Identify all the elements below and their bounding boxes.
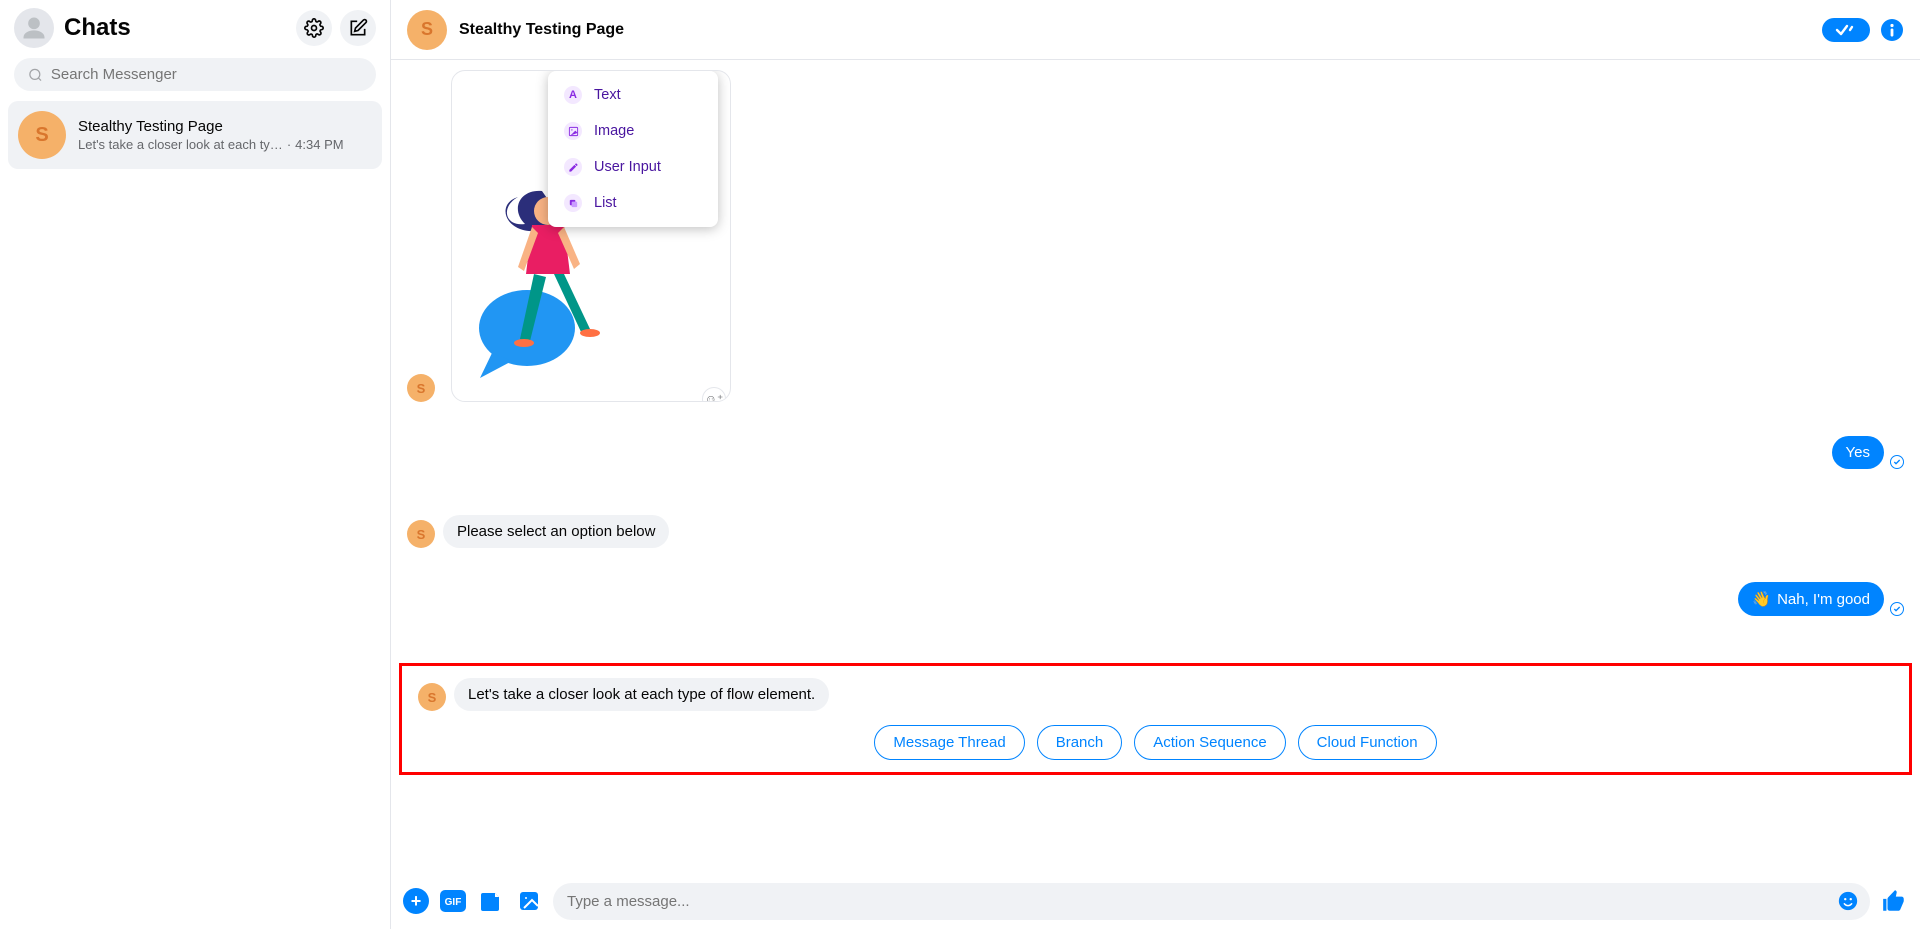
card-attachment[interactable]: A Text Image User Input bbox=[451, 70, 731, 402]
my-message-bubble[interactable]: Yes bbox=[1832, 436, 1884, 469]
highlight-box: S Let's take a closer look at each type … bbox=[399, 663, 1912, 775]
card-message-row: S A Text Image bbox=[391, 60, 1920, 406]
my-message-bubble[interactable]: 👋Nah, I'm good bbox=[1738, 582, 1884, 616]
conversation-title: Stealthy Testing Page bbox=[78, 118, 372, 135]
bot-avatar: S bbox=[407, 520, 435, 548]
pencil-icon bbox=[564, 158, 582, 176]
compose-icon[interactable] bbox=[340, 10, 376, 46]
quick-reply-row: Message Thread Branch Action Sequence Cl… bbox=[402, 725, 1909, 760]
conversation-subtitle: Let's take a closer look at each ty… · 4… bbox=[78, 137, 372, 152]
profile-avatar[interactable] bbox=[14, 8, 54, 48]
sidebar: Chats S Stealthy Testing Page Let's take… bbox=[0, 0, 390, 929]
letter-a-icon: A bbox=[564, 86, 582, 104]
image-icon bbox=[564, 122, 582, 140]
message-row-me: Yes bbox=[391, 432, 1920, 473]
info-icon[interactable] bbox=[1880, 18, 1904, 42]
svg-text:GIF: GIF bbox=[445, 897, 462, 908]
gear-icon[interactable] bbox=[296, 10, 332, 46]
chat-header: S Stealthy Testing Page bbox=[391, 0, 1920, 60]
search-input[interactable] bbox=[51, 66, 362, 83]
sent-tick-icon bbox=[1890, 602, 1904, 616]
composer-input-wrap[interactable] bbox=[553, 883, 1870, 920]
sticker-icon[interactable] bbox=[477, 887, 505, 915]
conversation-item[interactable]: S Stealthy Testing Page Let's take a clo… bbox=[8, 101, 382, 169]
conversation-list: S Stealthy Testing Page Let's take a clo… bbox=[0, 101, 390, 169]
chat-body: S A Text Image bbox=[391, 60, 1920, 873]
composer: + GIF bbox=[391, 873, 1920, 929]
composer-input[interactable] bbox=[567, 883, 1836, 920]
message-row-bot: S Please select an option below bbox=[391, 511, 1920, 552]
plus-icon[interactable]: + bbox=[403, 888, 429, 914]
element-type-dropdown: A Text Image User Input bbox=[548, 71, 718, 227]
chat-header-avatar[interactable]: S bbox=[407, 10, 447, 50]
main: S Stealthy Testing Page S A Text bbox=[390, 0, 1920, 929]
dropdown-item-text[interactable]: A Text bbox=[548, 77, 718, 113]
quick-reply-cloud-function[interactable]: Cloud Function bbox=[1298, 725, 1437, 760]
quick-reply-branch[interactable]: Branch bbox=[1037, 725, 1123, 760]
bot-avatar: S bbox=[407, 374, 435, 402]
gif-icon[interactable]: GIF bbox=[439, 887, 467, 915]
search-icon bbox=[28, 67, 43, 83]
message-row-bot: S Let's take a closer look at each type … bbox=[402, 674, 1909, 715]
dropdown-item-user-input[interactable]: User Input bbox=[548, 149, 718, 185]
dropdown-item-list[interactable]: List bbox=[548, 185, 718, 221]
verified-badge-icon[interactable] bbox=[1822, 18, 1870, 42]
message-row-me: 👋Nah, I'm good bbox=[391, 578, 1920, 620]
image-upload-icon[interactable] bbox=[515, 887, 543, 915]
dropdown-item-image[interactable]: Image bbox=[548, 113, 718, 149]
bot-message-bubble[interactable]: Let's take a closer look at each type of… bbox=[454, 678, 829, 711]
bot-message-bubble[interactable]: Please select an option below bbox=[443, 515, 669, 548]
chat-header-title[interactable]: Stealthy Testing Page bbox=[459, 21, 1822, 39]
emoji-icon[interactable] bbox=[1836, 889, 1860, 913]
sidebar-header: Chats bbox=[0, 0, 390, 58]
bot-avatar: S bbox=[418, 683, 446, 711]
sent-tick-icon bbox=[1890, 455, 1904, 469]
thumbs-up-icon[interactable] bbox=[1880, 887, 1908, 915]
wave-emoji-icon: 👋 bbox=[1752, 591, 1771, 608]
list-icon bbox=[564, 194, 582, 212]
chats-title: Chats bbox=[64, 14, 288, 42]
quick-reply-action-sequence[interactable]: Action Sequence bbox=[1134, 725, 1285, 760]
quick-reply-message-thread[interactable]: Message Thread bbox=[874, 725, 1024, 760]
conversation-avatar: S bbox=[18, 111, 66, 159]
search-field[interactable] bbox=[14, 58, 376, 91]
search-wrap bbox=[0, 58, 390, 101]
